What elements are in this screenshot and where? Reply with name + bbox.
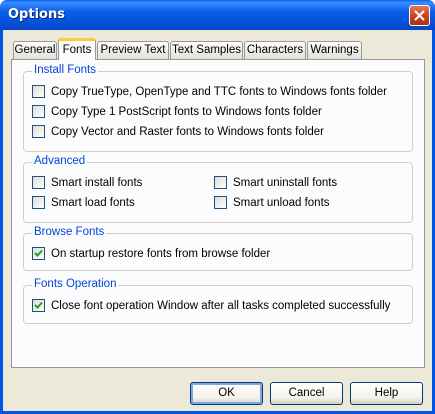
group-title: Browse Fonts: [32, 226, 107, 238]
fonts-tab-panel: Install Fonts Copy TrueType, OpenType an…: [11, 59, 425, 368]
window-title: Options: [8, 7, 65, 22]
tab-label: Fonts: [62, 44, 92, 56]
checkbox-box: [32, 105, 45, 118]
checkbox-label: Smart install fonts: [51, 177, 143, 189]
tab-label: Characters: [246, 44, 304, 56]
checkbox-box: [32, 247, 45, 260]
title-bar[interactable]: Options: [0, 0, 435, 30]
checkbox-label: On startup restore fonts from browse fol…: [51, 248, 271, 260]
tab-characters[interactable]: Characters: [244, 41, 306, 59]
checkbox-label: Copy Vector and Raster fonts to Windows …: [51, 126, 324, 138]
tab-label: Text Samples: [171, 44, 242, 56]
tab-text-samples[interactable]: Text Samples: [170, 41, 243, 59]
help-button[interactable]: Help: [350, 382, 423, 405]
tab-general[interactable]: General: [13, 41, 57, 59]
checkbox-box: [32, 85, 45, 98]
ok-button[interactable]: OK: [190, 382, 263, 405]
checkbox-box: [32, 125, 45, 138]
tab-label: Warnings: [310, 44, 359, 56]
checkbox-label: Copy Type 1 PostScript fonts to Windows …: [51, 106, 322, 118]
group-title: Fonts Operation: [32, 278, 119, 290]
options-dialog: Options General Fonts Preview Text Text …: [0, 0, 435, 414]
checkbox-box: [32, 176, 45, 189]
checkbox-label: Smart load fonts: [51, 197, 135, 209]
checkbox-box: [32, 196, 45, 209]
checkbox-label: Copy TrueType, OpenType and TTC fonts to…: [51, 86, 388, 98]
browse-fonts-group: Browse Fonts On startup restore fonts fr…: [23, 226, 413, 271]
close-button[interactable]: [409, 5, 430, 26]
fonts-operation-group: Fonts Operation Close font operation Win…: [23, 278, 413, 324]
checkbox-box: [214, 196, 227, 209]
tab-fonts[interactable]: Fonts: [58, 38, 96, 60]
install-fonts-group: Install Fonts Copy TrueType, OpenType an…: [23, 64, 413, 152]
checkbox-box: [32, 299, 45, 312]
dialog-body: General Fonts Preview Text Text Samples …: [3, 30, 432, 411]
group-title: Advanced: [32, 155, 88, 167]
checkbox-label: Smart uninstall fonts: [233, 177, 338, 189]
tab-label: Preview Text: [100, 44, 166, 56]
checkmark-icon: [34, 249, 43, 257]
group-title: Install Fonts: [32, 64, 98, 76]
cancel-button[interactable]: Cancel: [270, 382, 343, 405]
checkbox-label: Smart unload fonts: [233, 197, 330, 209]
tab-preview-text[interactable]: Preview Text: [97, 41, 169, 59]
tab-warnings[interactable]: Warnings: [307, 41, 362, 59]
tab-label: General: [14, 44, 56, 56]
checkbox-label: Close font operation Window after all ta…: [51, 300, 391, 312]
advanced-group: Advanced Smart install fonts Smart unins…: [23, 155, 413, 223]
checkmark-icon: [34, 301, 43, 309]
checkbox-box: [214, 176, 227, 189]
